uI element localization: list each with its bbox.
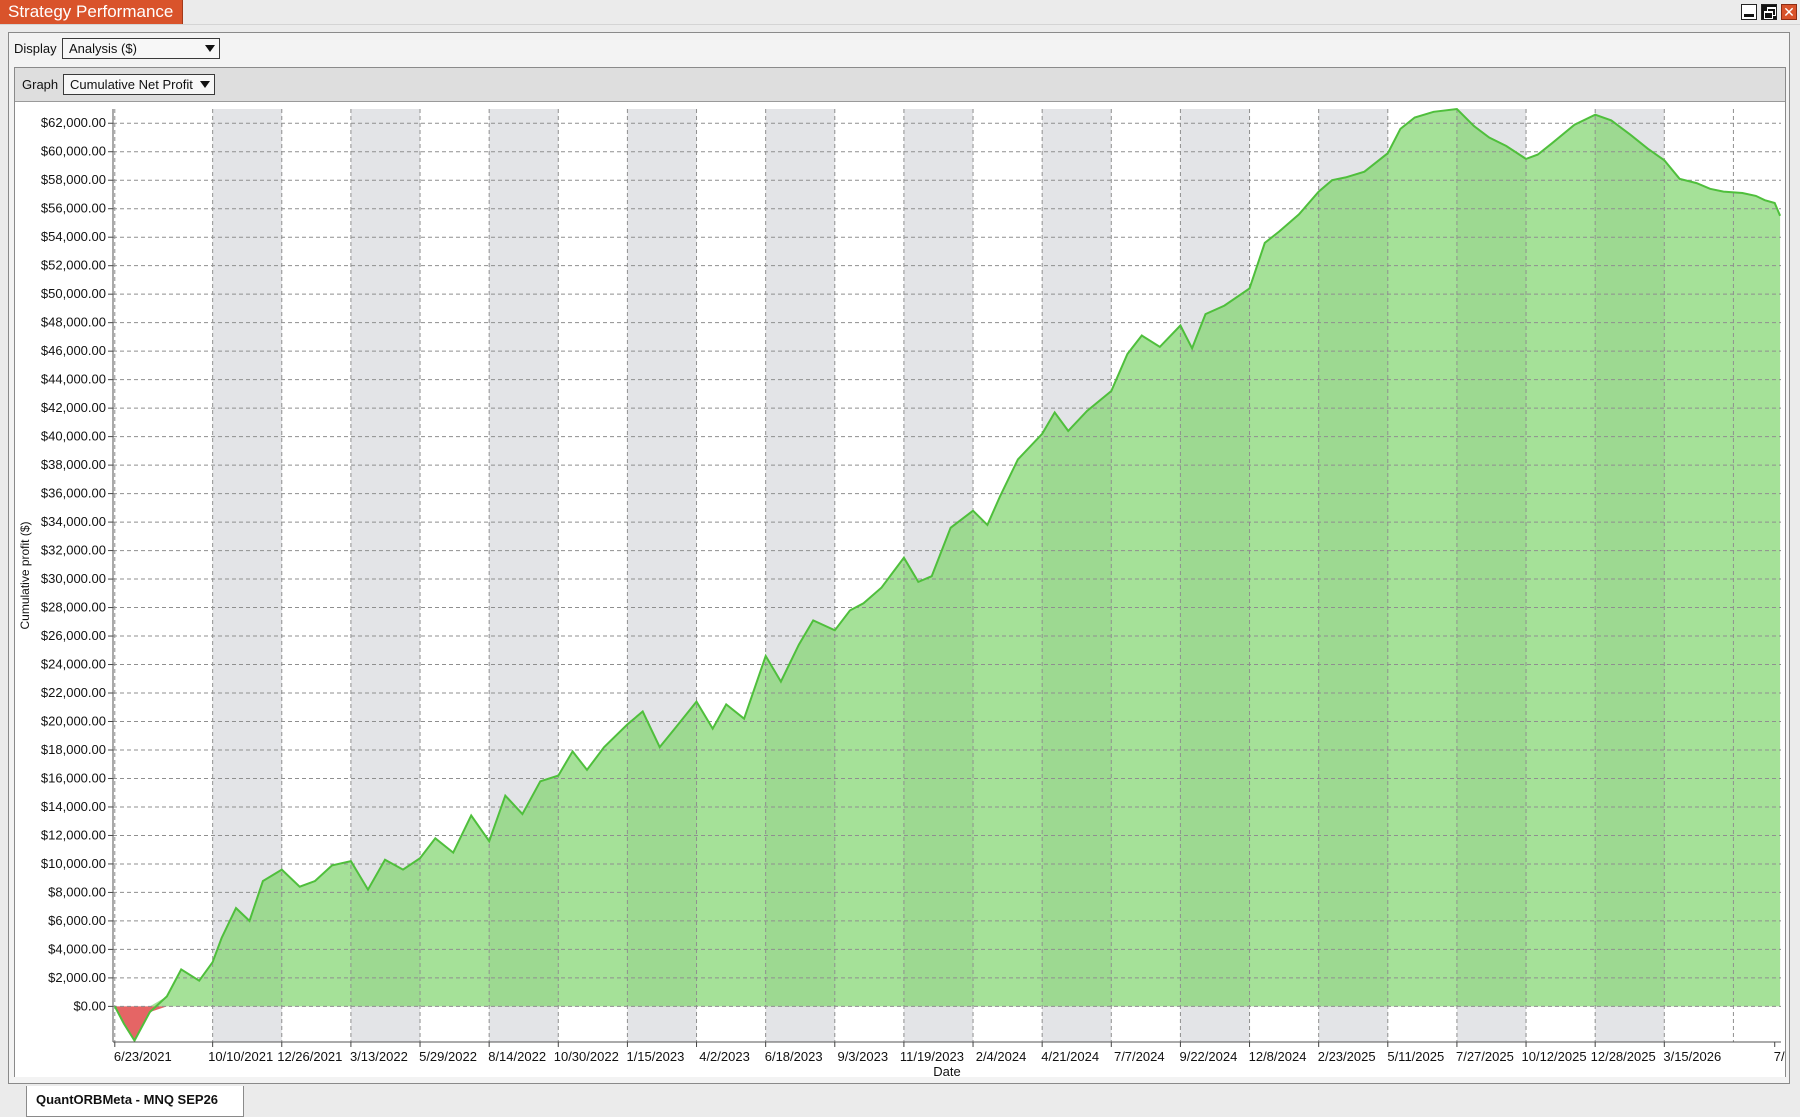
y-tick-label: $48,000.00	[41, 315, 106, 330]
window-title: Strategy Performance	[0, 0, 184, 24]
y-tick-label: $2,000.00	[48, 970, 106, 985]
y-tick-label: $62,000.00	[41, 115, 106, 130]
cumulative-profit-chart: $0.00 $2,000.00 $4,000.00 $6,000.00 $8,000.0…	[18, 107, 1785, 1077]
y-tick-label: $8,000.00	[48, 884, 106, 899]
x-tick-label: 9/3/2023	[837, 1049, 888, 1064]
minimize-icon[interactable]	[1741, 4, 1757, 20]
x-tick-label: 7/27/2025	[1456, 1049, 1514, 1064]
y-axis-title: Cumulative profit ($)	[18, 521, 32, 629]
y-tick-label: $12,000.00	[41, 827, 106, 842]
x-tick-label: 8/14/2022	[488, 1049, 546, 1064]
y-tick-label: $18,000.00	[41, 742, 106, 757]
y-tick-label: $0.00	[73, 998, 106, 1013]
x-tick-label: 4/2/2023	[699, 1049, 750, 1064]
y-tick-label: $58,000.00	[41, 172, 106, 187]
x-tick-label: 2/23/2025	[1318, 1049, 1376, 1064]
x-tick-label: 10/30/2022	[554, 1049, 619, 1064]
x-tick-label: 10/12/2025	[1522, 1049, 1587, 1064]
y-tick-label: $20,000.00	[41, 714, 106, 729]
chevron-down-icon	[200, 81, 210, 88]
strategy-tab[interactable]: QuantORBMeta - MNQ SEP26	[26, 1086, 244, 1117]
y-tick-label: $60,000.00	[41, 144, 106, 159]
x-tick-label: 6/18/2023	[765, 1049, 823, 1064]
x-axis-title: Date	[933, 1064, 960, 1077]
y-tick-label: $4,000.00	[48, 941, 106, 956]
x-tick-label: 7/7/2024	[1114, 1049, 1165, 1064]
strategy-tab-label: QuantORBMeta - MNQ SEP26	[36, 1092, 219, 1107]
y-tick-label: $42,000.00	[41, 400, 106, 415]
x-tick-label: 5/11/2025	[1387, 1049, 1444, 1064]
plot-panel: $0.00 $2,000.00 $4,000.00 $6,000.00 $8,000.0…	[15, 101, 1785, 1077]
y-tick-label: $6,000.00	[48, 913, 106, 928]
y-tick-label: $26,000.00	[41, 628, 106, 643]
graph-select-value: Cumulative Net Profit	[70, 77, 193, 92]
y-tick-label: $34,000.00	[41, 514, 106, 529]
x-tick-label: 12/26/2021	[277, 1049, 342, 1064]
x-tick-label: 10/10/2021	[208, 1049, 273, 1064]
y-tick-label: $38,000.00	[41, 457, 106, 472]
x-tick-label: 11/19/2023	[900, 1049, 964, 1064]
x-tick-label: 12/8/2024	[1249, 1049, 1307, 1064]
graph-select[interactable]: Cumulative Net Profit	[63, 74, 215, 95]
y-tick-label: $24,000.00	[41, 657, 106, 672]
x-tick-label: 3/15/2026	[1663, 1049, 1721, 1064]
x-tick-label: 4/21/2024	[1041, 1049, 1099, 1064]
y-tick-label: $22,000.00	[41, 685, 106, 700]
y-tick-label: $30,000.00	[41, 571, 106, 586]
y-tick-label: $28,000.00	[41, 600, 106, 615]
y-tick-label: $56,000.00	[41, 201, 106, 216]
y-tick-label: $52,000.00	[41, 258, 106, 273]
restore-icon[interactable]	[1761, 4, 1777, 20]
x-tick-label: 12/28/2025	[1591, 1049, 1656, 1064]
y-tick-label: $50,000.00	[41, 286, 106, 301]
display-select[interactable]: Analysis ($)	[62, 38, 220, 59]
chevron-down-icon	[205, 45, 215, 52]
y-tick-label: $32,000.00	[41, 543, 106, 558]
y-tick-label: $10,000.00	[41, 856, 106, 871]
x-tick-label: 5/29/2022	[419, 1049, 477, 1064]
graph-label: Graph	[22, 77, 59, 92]
y-tick-label: $54,000.00	[41, 229, 106, 244]
x-tick-label: 1/15/2023	[626, 1049, 684, 1064]
y-tick-label: $44,000.00	[41, 372, 106, 387]
display-label: Display	[14, 41, 57, 56]
y-tick-label: $14,000.00	[41, 799, 106, 814]
x-tick-label: 3/13/2022	[350, 1049, 408, 1064]
y-tick-label: $46,000.00	[41, 343, 106, 358]
x-tick-label: 9/22/2024	[1179, 1049, 1237, 1064]
close-icon[interactable]: ✕	[1781, 4, 1797, 20]
display-select-value: Analysis ($)	[69, 41, 137, 56]
y-tick-label: $36,000.00	[41, 486, 106, 501]
x-tick-label: 2/4/2024	[976, 1049, 1027, 1064]
y-tick-label: $16,000.00	[41, 770, 106, 785]
y-tick-label: $40,000.00	[41, 429, 106, 444]
x-tick-label: 6/23/2021	[114, 1049, 172, 1064]
x-tick-label: 7/16/2026	[1774, 1049, 1785, 1064]
title-bar: Strategy Performance ✕	[0, 0, 1800, 25]
